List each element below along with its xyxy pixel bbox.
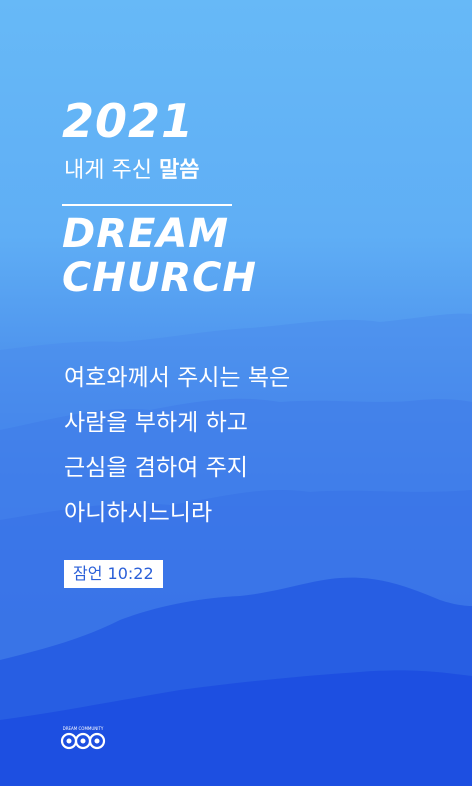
divider-line (62, 204, 232, 206)
church-name-line2: CHURCH (62, 255, 257, 301)
verse-line: 근심을 겸하여 주지 (64, 455, 248, 481)
church-name-line1: DREAM (62, 211, 230, 257)
verse-text: 여호와께서 주시는 복은 사람을 부하게 하고 근심을 겸하여 주지 아니하시느… (64, 356, 290, 536)
church-name: DREAM CHURCH (62, 212, 257, 300)
subtitle: 내게 주신 말씀 (64, 160, 199, 182)
verse-line: 여호와께서 주시는 복은 (64, 365, 291, 391)
verse-reference-badge: 잠언 10:22 (64, 560, 163, 588)
subtitle-light: 내게 주신 (64, 158, 152, 183)
subtitle-bold: 말씀 (158, 158, 200, 183)
year-title: 2021 (62, 94, 195, 148)
verse-line: 사람을 부하게 하고 (64, 410, 248, 436)
dream-community-logo: DREAM COMMUNITY (60, 726, 106, 752)
verse-card: 2021 내게 주신 말씀 DREAM CHURCH 여호와께서 주시는 복은 … (0, 0, 472, 786)
dream-community-logo-icon (60, 732, 106, 750)
verse-line: 아니하시느니라 (64, 500, 213, 526)
